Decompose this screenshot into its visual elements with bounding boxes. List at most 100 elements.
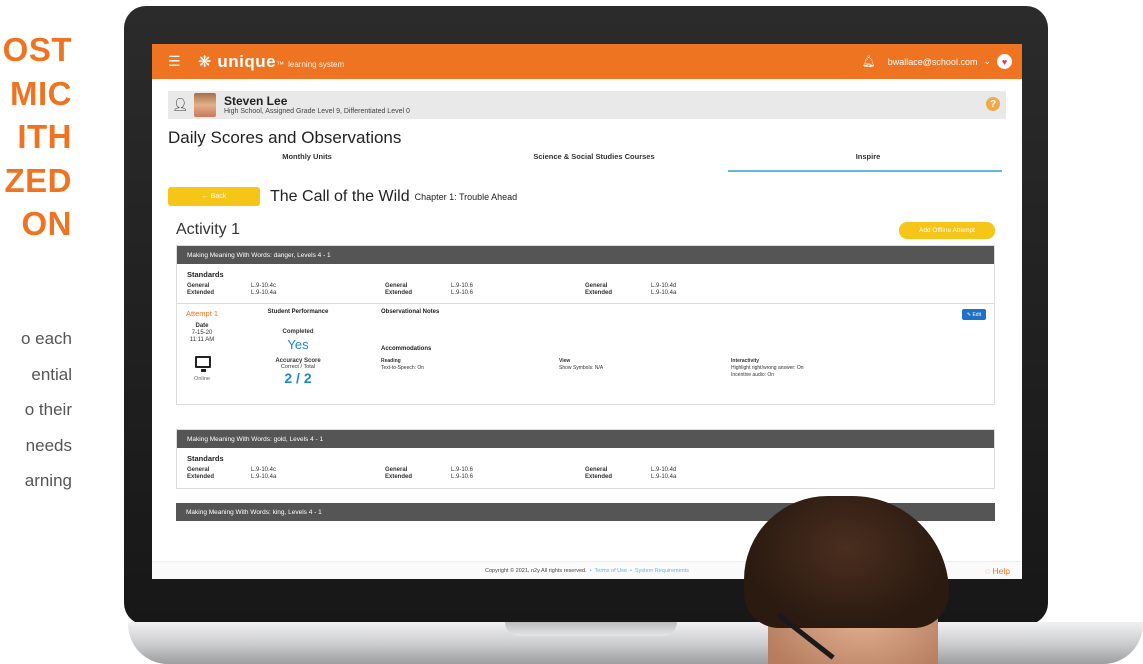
card-header: Making Meaning With Words: gold, Levels …	[177, 430, 994, 448]
logo-subtitle: learning system	[288, 59, 345, 69]
accommodation-label: View	[559, 358, 571, 364]
standard-labels: General Extended	[187, 283, 214, 297]
standard-labels: General Extended	[585, 467, 612, 481]
standards-section: Standards General Extended L.9-10.4c L.9…	[177, 264, 994, 304]
promo-body-line: arning	[24, 471, 72, 490]
standard-label: Extended	[585, 474, 613, 480]
standard-label: Extended	[385, 290, 413, 296]
card-header: Making Meaning With Words: danger, Level…	[177, 246, 994, 264]
accommodation-value: Text-to-Speech: On	[381, 365, 425, 371]
standard-label: General	[385, 467, 408, 473]
standard-labels: General Extended	[385, 283, 412, 297]
standard-value: L.9-10.6	[451, 467, 474, 473]
book-row: ← Back The Call of the Wild Chapter 1: T…	[168, 187, 1022, 206]
tab-science-social-studies[interactable]: Science & Social Studies Courses	[504, 152, 684, 161]
promo-body: o each ential o their needs arning	[0, 321, 72, 499]
observational-notes-header: Observational Notes	[381, 309, 440, 315]
attempt-title: Attempt 1	[185, 309, 219, 318]
page-title: Daily Scores and Observations	[168, 128, 402, 147]
hamburger-menu-icon[interactable]: ☰	[168, 53, 186, 70]
standard-label: General	[187, 467, 210, 473]
student-details: Steven Lee High School, Assigned Grade L…	[224, 95, 410, 116]
attempt-date: Date 7-15-20 11:11 AM	[185, 323, 219, 344]
standard-label: Extended	[187, 290, 215, 296]
help-link[interactable]: ◌ Help	[985, 566, 1010, 576]
logo-text: unique	[217, 51, 277, 71]
promo-body-line: ential	[31, 364, 72, 384]
edit-button[interactable]: ✎ Edit	[962, 309, 986, 320]
standard-value: L.9-10.4c	[251, 467, 277, 473]
student-info: High School, Assigned Grade Level 9, Dif…	[224, 107, 410, 115]
standard-value: L.9-10.4a	[651, 474, 677, 480]
accommodation-label: Interactivity	[731, 358, 760, 364]
standard-value: L.9-10.4a	[251, 474, 277, 480]
promo-heading: OST MIC ITH ZED ON	[0, 28, 72, 246]
tab-monthly-units[interactable]: Monthly Units	[252, 152, 362, 161]
system-requirements-link[interactable]: System Requirements	[635, 568, 689, 574]
person-icon[interactable]: 👤︎	[172, 97, 190, 113]
promo-heading-line: ZED	[4, 161, 72, 199]
laptop-notch	[505, 622, 677, 636]
standard-label: General	[585, 467, 608, 473]
activity-card: Making Meaning With Words: danger, Level…	[176, 245, 995, 405]
date-label: Date	[195, 323, 209, 329]
performance-header: Student Performance	[267, 309, 329, 315]
logo-trademark: ™	[276, 59, 285, 69]
attempt-mode: Online	[194, 376, 210, 382]
activity-title: Activity 1	[176, 221, 241, 238]
footer-separator: •	[589, 567, 592, 574]
avatar	[194, 93, 216, 117]
chevron-down-icon[interactable]: ⌄	[983, 56, 991, 67]
standard-label: Extended	[385, 474, 413, 480]
logo-mark-icon: ❋	[198, 53, 212, 71]
standard-values: L.9-10.4c L.9-10.4a	[251, 467, 276, 481]
standard-value: L.9-10.4c	[251, 283, 277, 289]
question-icon[interactable]: ?	[986, 97, 1000, 111]
standard-value: L.9-10.6	[451, 290, 474, 296]
app-screen: ☰ ❋ unique ™ learning system 🔔︎ bwallace…	[152, 44, 1022, 579]
standard-labels: General Extended	[187, 467, 214, 481]
promo-heading-line: OST	[2, 31, 72, 68]
date-value: 7-15-20	[191, 330, 213, 336]
page: OST MIC ITH ZED ON o each ential o their…	[0, 0, 1143, 664]
student-performance: Student Performance Completed Yes Accura…	[257, 309, 339, 386]
standard-values: L.9-10.6 L.9-10.6	[451, 283, 473, 297]
standard-value: L.9-10.6	[451, 474, 474, 480]
bell-icon[interactable]: 🔔︎	[862, 55, 876, 68]
user-menu[interactable]: 🔔︎ bwallace@school.com ⌄ ♥	[862, 54, 1012, 69]
accommodation-label: Reading	[381, 358, 401, 364]
standard-value: L.9-10.6	[451, 283, 474, 289]
standard-values: L.9-10.6 L.9-10.6	[451, 467, 473, 481]
standard-labels: General Extended	[385, 467, 412, 481]
back-button[interactable]: ← Back	[168, 187, 260, 206]
promo-body-line: needs	[25, 435, 72, 455]
standards-title: Standards	[187, 270, 224, 279]
promo-body-line: o their	[24, 400, 72, 419]
add-offline-attempt-button[interactable]: Add Offline Attempt	[899, 221, 995, 239]
student-bar: 👤︎ Steven Lee High School, Assigned Grad…	[168, 91, 1006, 119]
completed-label: Completed	[282, 329, 314, 335]
logo[interactable]: ❋ unique ™ learning system	[198, 52, 344, 72]
standard-label: Extended	[187, 474, 215, 480]
monitor-icon	[195, 356, 211, 372]
copyright-text: Copyright © 2021, n2y All rights reserve…	[485, 567, 587, 574]
attempt-section: Attempt 1 Date 7-15-20 11:11 AM Online S…	[177, 304, 994, 404]
accommodations-header: Accommodations	[381, 346, 432, 352]
standard-values: L.9-10.4d L.9-10.4a	[651, 283, 676, 297]
promo-body-line: o each	[20, 329, 72, 348]
standard-value: L.9-10.4d	[651, 467, 677, 473]
heart-icon[interactable]: ♥	[997, 54, 1012, 69]
accommodation-interactivity: Interactivity Highlight right/wrong answ…	[731, 358, 804, 379]
terms-link[interactable]: Terms of Use	[595, 568, 627, 574]
accommodation-reading: Reading Text-to-Speech: On	[381, 358, 424, 372]
book-title: The Call of the Wild	[270, 187, 410, 205]
time-value: 11:11 AM	[189, 337, 215, 343]
student-name: Steven Lee	[224, 93, 288, 108]
standard-values: L.9-10.4d L.9-10.4a	[651, 467, 676, 481]
tab-inspire[interactable]: Inspire	[828, 152, 908, 161]
promo-heading-line: ITH	[17, 118, 72, 155]
tab-bar: Monthly Units Science & Social Studies C…	[168, 150, 1006, 174]
activity-row: Activity 1 Add Offline Attempt	[176, 221, 995, 239]
accommodation-value: Show Symbols: N/A	[559, 365, 604, 371]
promo-heading-line: ON	[21, 205, 72, 242]
